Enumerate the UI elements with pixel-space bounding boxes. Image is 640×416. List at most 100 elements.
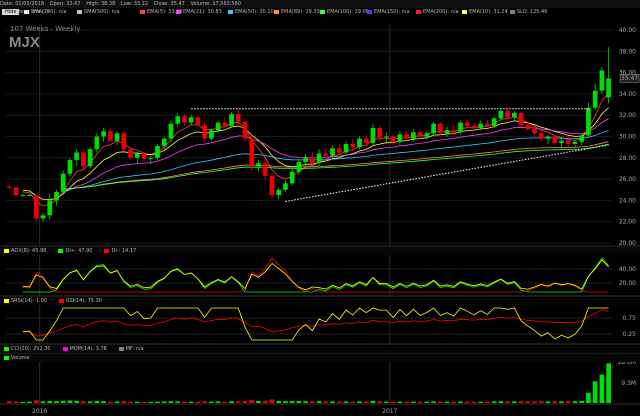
candle-body[interactable]: [498, 110, 504, 119]
candle-body[interactable]: [148, 157, 154, 159]
candle-body[interactable]: [121, 133, 127, 150]
candle-body[interactable]: [276, 189, 282, 196]
volume-bar[interactable]: [384, 401, 389, 403]
candle-body[interactable]: [81, 152, 86, 167]
candle-body[interactable]: [532, 129, 537, 134]
volume-bar[interactable]: [161, 401, 167, 403]
volume-bar[interactable]: [336, 401, 342, 403]
candle-body[interactable]: [592, 90, 598, 108]
volume-bar[interactable]: [54, 401, 59, 403]
volume-bar[interactable]: [599, 374, 605, 403]
candle-body[interactable]: [40, 215, 46, 219]
candle-body[interactable]: [485, 123, 490, 126]
volume-bar[interactable]: [478, 401, 484, 403]
volume-bar[interactable]: [579, 400, 585, 403]
candle-body[interactable]: [269, 175, 275, 196]
volume-bar[interactable]: [188, 401, 194, 403]
volume-bar[interactable]: [289, 400, 295, 403]
volume-bar[interactable]: [417, 401, 423, 403]
candle-body[interactable]: [215, 122, 221, 131]
candle-body[interactable]: [424, 133, 430, 137]
volume-bar[interactable]: [411, 401, 416, 403]
volume-pane[interactable]: [7, 363, 611, 403]
volume-bar[interactable]: [512, 401, 517, 403]
volume-bar[interactable]: [572, 401, 578, 403]
candle-body[interactable]: [397, 134, 403, 142]
candle-body[interactable]: [505, 110, 510, 118]
volume-bar[interactable]: [222, 401, 228, 403]
volume-bar[interactable]: [202, 401, 207, 403]
candle-body[interactable]: [411, 132, 416, 139]
candle-body[interactable]: [182, 116, 187, 123]
volume-bar[interactable]: [505, 401, 510, 403]
volume-bar[interactable]: [310, 401, 315, 403]
candle-body[interactable]: [209, 130, 214, 139]
volume-bar[interactable]: [437, 401, 443, 403]
volume-bar[interactable]: [74, 400, 80, 403]
volume-bar[interactable]: [485, 401, 490, 403]
candle-body[interactable]: [87, 149, 93, 167]
candle-body[interactable]: [471, 125, 477, 128]
volume-bar[interactable]: [464, 401, 470, 403]
volume-bar[interactable]: [60, 400, 66, 403]
volume-bar[interactable]: [215, 401, 221, 403]
volume-bar[interactable]: [404, 401, 409, 403]
volume-bar[interactable]: [323, 401, 329, 403]
volume-bar[interactable]: [195, 401, 201, 403]
candle-body[interactable]: [384, 136, 389, 138]
candle-body[interactable]: [310, 157, 315, 164]
volume-bar[interactable]: [101, 401, 106, 403]
candle-body[interactable]: [229, 114, 234, 126]
candle-body[interactable]: [168, 123, 174, 139]
volume-bar[interactable]: [276, 400, 282, 403]
candle-body[interactable]: [289, 171, 295, 184]
candle-body[interactable]: [572, 141, 578, 144]
volume-bar[interactable]: [47, 400, 53, 403]
volume-bar[interactable]: [545, 401, 551, 403]
candle-body[interactable]: [586, 107, 591, 136]
candle-body[interactable]: [512, 113, 517, 118]
candle-body[interactable]: [377, 127, 383, 138]
volume-bar[interactable]: [303, 401, 308, 403]
candle-body[interactable]: [155, 146, 160, 158]
candle-body[interactable]: [404, 134, 409, 139]
volume-bar[interactable]: [397, 401, 403, 403]
volume-bar[interactable]: [343, 401, 349, 403]
candle-body[interactable]: [491, 118, 497, 126]
candle-body[interactable]: [101, 131, 106, 137]
candle-body[interactable]: [27, 195, 32, 197]
volume-bar[interactable]: [40, 401, 46, 403]
candle-body[interactable]: [330, 148, 335, 156]
candle-body[interactable]: [417, 132, 423, 137]
volume-bar[interactable]: [256, 400, 261, 403]
volume-bar[interactable]: [128, 401, 133, 403]
candle-body[interactable]: [363, 138, 369, 143]
volume-bar[interactable]: [33, 400, 39, 403]
candle-body[interactable]: [545, 136, 551, 139]
volume-bar[interactable]: [350, 401, 356, 403]
candle-body[interactable]: [390, 136, 396, 142]
volume-bar[interactable]: [235, 401, 241, 403]
volume-bar[interactable]: [134, 401, 140, 403]
candle-body[interactable]: [47, 200, 53, 216]
volume-bar[interactable]: [565, 401, 571, 403]
candle-body[interactable]: [60, 173, 66, 192]
volume-bar[interactable]: [242, 400, 248, 403]
candle-body[interactable]: [336, 148, 342, 153]
volume-bar[interactable]: [168, 401, 174, 403]
volume-bar[interactable]: [81, 401, 86, 403]
volume-bar[interactable]: [13, 401, 19, 403]
volume-bar[interactable]: [262, 400, 268, 403]
candle-body[interactable]: [525, 124, 531, 130]
candle-body[interactable]: [464, 122, 470, 126]
volume-bar[interactable]: [586, 392, 591, 403]
volume-bar[interactable]: [249, 400, 255, 403]
candle-body[interactable]: [54, 191, 59, 201]
candle-body[interactable]: [323, 153, 329, 156]
candle-body[interactable]: [303, 157, 308, 163]
volume-bar[interactable]: [175, 401, 181, 403]
volume-bar[interactable]: [155, 401, 160, 403]
volume-bar[interactable]: [121, 401, 127, 403]
volume-bar[interactable]: [592, 381, 598, 403]
candle-body[interactable]: [175, 116, 181, 124]
